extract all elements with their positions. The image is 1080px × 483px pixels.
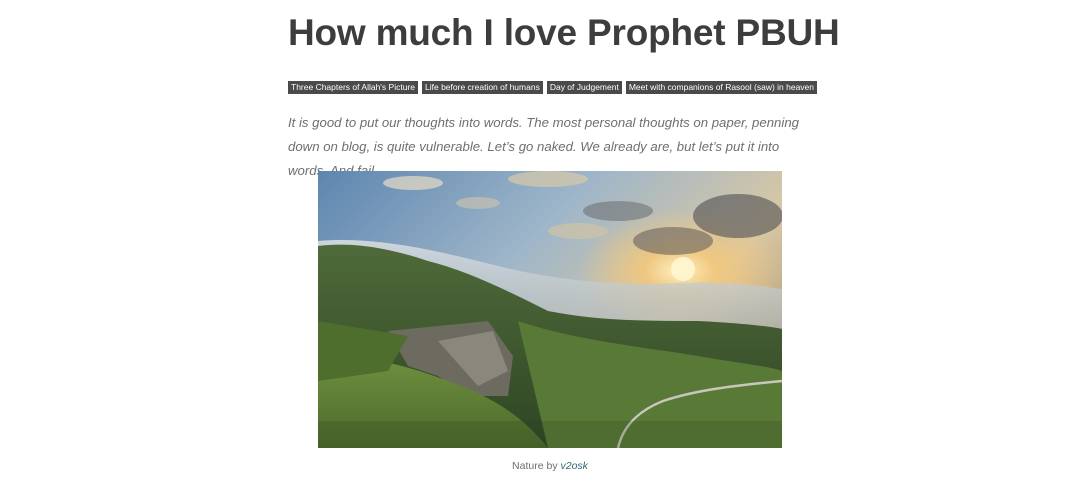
image-caption: Nature by v2osk <box>318 460 782 472</box>
tag-list: Three Chapters of Allah's Picture Life b… <box>288 81 818 94</box>
caption-prefix: Nature by <box>512 460 561 472</box>
tag-three-chapters[interactable]: Three Chapters of Allah's Picture <box>288 81 418 94</box>
tag-meet-companions[interactable]: Meet with companions of Rasool (saw) in … <box>625 81 818 94</box>
post-image-figure: Nature by v2osk <box>318 171 782 472</box>
tag-day-of-judgement[interactable]: Day of Judgement <box>546 81 622 94</box>
caption-author-link[interactable]: v2osk <box>561 460 588 472</box>
post-title: How much I love Prophet PBUH <box>288 12 840 53</box>
tag-life-before-creation[interactable]: Life before creation of humans <box>422 81 543 94</box>
landscape-image <box>318 171 782 448</box>
